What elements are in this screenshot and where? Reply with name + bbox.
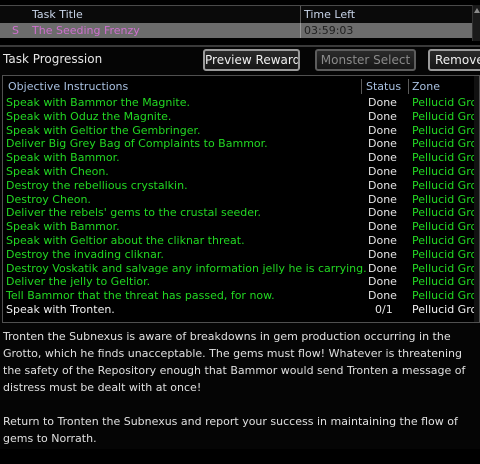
column-divider[interactable] xyxy=(408,79,409,94)
objective-zone: Pellucid Grotto xyxy=(412,123,476,137)
column-divider[interactable] xyxy=(300,6,301,23)
objective-status: Done xyxy=(368,192,397,206)
objective-zone: Pellucid Grotto xyxy=(412,164,476,178)
objective-row[interactable]: Speak with Bammor the Magnite. Done Pell… xyxy=(3,96,479,110)
objective-status: Done xyxy=(368,137,397,151)
objective-instruction: Tell Bammor that the threat has passed, … xyxy=(6,289,275,303)
objective-status: Done xyxy=(368,275,397,289)
task-list-header: Task Title Time Left xyxy=(0,5,472,24)
objective-instruction: Speak with Bammor. xyxy=(6,151,120,165)
column-header-task-title[interactable]: Task Title xyxy=(32,8,83,21)
task-progression-label: Task Progression xyxy=(3,52,103,66)
objective-zone: Pellucid Grotto xyxy=(412,302,476,316)
objective-instruction: Deliver Big Grey Bag of Complaints to Ba… xyxy=(6,137,268,151)
objective-instruction: Destroy the invading cliknar. xyxy=(6,247,164,261)
objective-status: Done xyxy=(368,178,397,192)
objective-row[interactable]: Speak with Bammor. Done Pellucid Grotto xyxy=(3,151,479,165)
objective-status: Done xyxy=(368,247,397,261)
objective-instruction: Speak with Bammor. xyxy=(6,220,120,234)
objective-instruction: Speak with Oduz the Magnite. xyxy=(6,109,172,123)
objective-zone: Pellucid Grotto xyxy=(412,206,476,220)
objective-row[interactable]: Deliver Big Grey Bag of Complaints to Ba… xyxy=(3,137,479,151)
task-list-scrollbar[interactable] xyxy=(472,5,480,41)
column-header-status[interactable]: Status xyxy=(366,80,401,93)
task-time-left: 03:59:03 xyxy=(304,24,354,37)
remove-button[interactable]: Remove xyxy=(428,49,480,71)
objective-zone: Pellucid Grotto xyxy=(412,96,476,109)
task-list: Task Title Time Left S The Seeding Frenz… xyxy=(0,0,480,47)
description-paragraph: Return to Tronten the Subnexus and repor… xyxy=(3,415,458,445)
objective-zone: Pellucid Grotto xyxy=(412,289,476,303)
column-divider[interactable] xyxy=(361,79,362,94)
task-description: Tronten the Subnexus is aware of breakdo… xyxy=(3,328,475,464)
task-window: Task Title Time Left S The Seeding Frenz… xyxy=(0,0,480,449)
description-paragraph: Tronten the Subnexus is aware of breakdo… xyxy=(3,330,466,394)
objective-row[interactable]: Speak with Cheon. Done Pellucid Grotto xyxy=(3,165,479,179)
preview-reward-button[interactable]: Preview Reward xyxy=(203,49,300,71)
objective-row[interactable]: Deliver the rebels' gems to the crustal … xyxy=(3,206,479,220)
objective-zone: Pellucid Grotto xyxy=(412,275,476,289)
objectives-list: Speak with Bammor the Magnite. Done Pell… xyxy=(3,96,479,317)
column-header-zone[interactable]: Zone xyxy=(412,80,440,93)
task-type: S xyxy=(12,24,19,37)
objective-status: Done xyxy=(368,289,397,303)
objective-status: Done xyxy=(368,220,397,234)
objective-instruction: Destroy Cheon. xyxy=(6,192,91,206)
objectives-table: Objective Instructions Status Zone Speak… xyxy=(2,75,480,323)
objective-row[interactable]: Destroy Cheon. Done Pellucid Grotto xyxy=(3,193,479,207)
objective-status: Done xyxy=(368,233,397,247)
objective-instruction: Speak with Cheon. xyxy=(6,164,109,178)
objective-status: Done xyxy=(368,164,397,178)
objectives-header: Objective Instructions Status Zone xyxy=(3,79,479,94)
objective-row[interactable]: Speak with Geltior about the cliknar thr… xyxy=(3,234,479,248)
column-header-objective[interactable]: Objective Instructions xyxy=(8,80,128,93)
objective-instruction: Speak with Bammor the Magnite. xyxy=(6,96,191,109)
objective-zone: Pellucid Grotto xyxy=(412,178,476,192)
objective-status: Done xyxy=(368,109,397,123)
objective-zone: Pellucid Grotto xyxy=(412,261,476,275)
scroll-up-arrow-icon[interactable] xyxy=(474,8,480,13)
objective-instruction: Speak with Geltior the Gembringer. xyxy=(6,123,201,137)
objectives-scrollbar[interactable] xyxy=(474,76,479,322)
column-divider xyxy=(300,23,301,38)
task-row-selected[interactable]: S The Seeding Frenzy 03:59:03 xyxy=(0,23,472,38)
objective-zone: Pellucid Grotto xyxy=(412,151,476,165)
objective-instruction: Deliver the rebels' gems to the crustal … xyxy=(6,206,261,220)
objective-row[interactable]: Destroy Voskatik and salvage any informa… xyxy=(3,262,479,276)
column-header-time-left[interactable]: Time Left xyxy=(304,8,355,21)
objective-row[interactable]: Speak with Bammor. Done Pellucid Grotto xyxy=(3,220,479,234)
objective-zone: Pellucid Grotto xyxy=(412,137,476,151)
objective-status: Done xyxy=(368,151,397,165)
objective-status: Done xyxy=(368,96,397,109)
objective-instruction: Speak with Geltior about the cliknar thr… xyxy=(6,233,245,247)
objective-row[interactable]: Deliver the jelly to Geltior. Done Pellu… xyxy=(3,275,479,289)
objective-row-current[interactable]: Speak with Tronten. 0/1 Pellucid Grotto xyxy=(3,303,479,317)
objective-zone: Pellucid Grotto xyxy=(412,247,476,261)
objective-row[interactable]: Speak with Geltior the Gembringer. Done … xyxy=(3,124,479,138)
objective-instruction: Speak with Tronten. xyxy=(6,302,115,316)
objective-zone: Pellucid Grotto xyxy=(412,220,476,234)
objective-zone: Pellucid Grotto xyxy=(412,192,476,206)
objective-row[interactable]: Speak with Oduz the Magnite. Done Pelluc… xyxy=(3,110,479,124)
monster-select-button[interactable]: Monster Select xyxy=(315,49,416,71)
objective-status: Done xyxy=(368,123,397,137)
objective-instruction: Destroy the rebellious crystalkin. xyxy=(6,178,188,192)
objective-row[interactable]: Tell Bammor that the threat has passed, … xyxy=(3,289,479,303)
objective-instruction: Destroy Voskatik and salvage any informa… xyxy=(6,261,367,275)
objective-row[interactable]: Destroy the invading cliknar. Done Pellu… xyxy=(3,248,479,262)
objective-instruction: Deliver the jelly to Geltior. xyxy=(6,275,151,289)
objective-zone: Pellucid Grotto xyxy=(412,109,476,123)
objective-status: 0/1 xyxy=(375,302,393,316)
objective-zone: Pellucid Grotto xyxy=(412,233,476,247)
task-title: The Seeding Frenzy xyxy=(32,24,140,37)
objective-row[interactable]: Destroy the rebellious crystalkin. Done … xyxy=(3,179,479,193)
objective-status: Done xyxy=(368,261,397,275)
objective-status: Done xyxy=(368,206,397,220)
